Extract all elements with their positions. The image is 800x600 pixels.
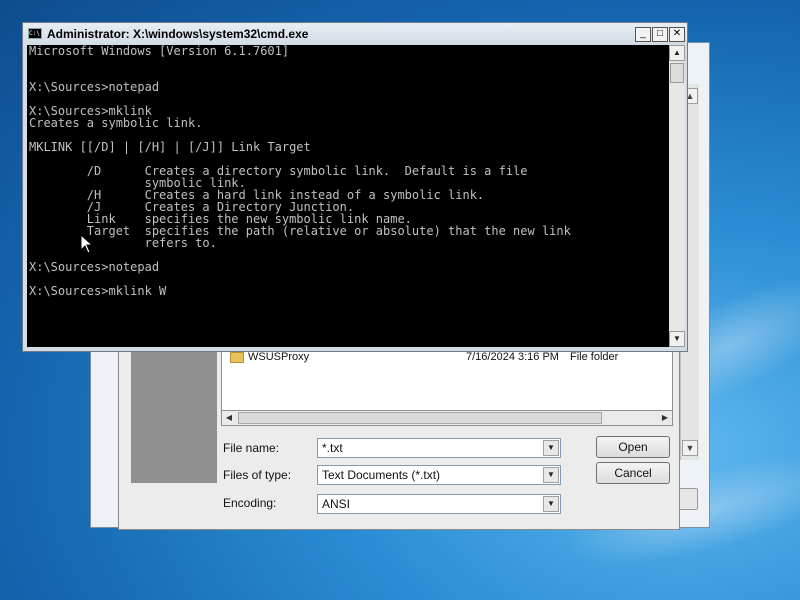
console-line: Microsoft Windows [Version 6.1.7601] — [29, 45, 290, 58]
file-name-combobox[interactable]: *.txt ▼ — [317, 438, 561, 458]
file-list-horizontal-scrollbar[interactable]: ◀ ▶ — [221, 410, 673, 426]
console-line: X:\Sources>mklink W — [29, 284, 167, 298]
console-line: Creates a symbolic link. — [29, 116, 203, 130]
files-of-type-label: Files of type: — [223, 468, 292, 482]
scrollbar-thumb[interactable] — [238, 412, 602, 424]
cmd-icon: C:\ — [28, 28, 42, 39]
minimize-button[interactable]: _ — [635, 27, 651, 42]
window-title: Administrator: X:\windows\system32\cmd.e… — [47, 27, 309, 41]
scroll-left-arrow-icon[interactable]: ◀ — [222, 411, 236, 425]
places-bar — [131, 331, 217, 483]
console-line: refers to. — [29, 236, 217, 250]
list-item[interactable]: WSUSProxy 7/16/2024 3:16 PM File folder — [230, 350, 660, 366]
file-name-value: *.txt — [322, 441, 343, 455]
folder-icon — [230, 352, 244, 363]
file-type-cell: File folder — [570, 351, 619, 363]
scroll-down-arrow-icon[interactable]: ▼ — [669, 331, 685, 347]
encoding-value: ANSI — [322, 497, 351, 511]
open-file-dialog: WSUSProxy 7/16/2024 3:16 PM File folder … — [118, 330, 680, 530]
mouse-cursor-icon — [80, 234, 94, 254]
chevron-down-icon[interactable]: ▼ — [543, 440, 559, 456]
console-line: X:\Sources>notepad — [29, 80, 160, 94]
close-button[interactable]: ✕ — [669, 27, 685, 42]
scrollbar-thumb[interactable] — [670, 63, 684, 83]
cmd-vertical-scrollbar[interactable]: ▲ ▼ — [669, 45, 685, 347]
chevron-down-icon[interactable]: ▼ — [543, 467, 559, 483]
scroll-right-arrow-icon[interactable]: ▶ — [658, 411, 672, 425]
console-line: X:\Sources>notepad — [29, 260, 160, 274]
file-name-cell: WSUSProxy — [248, 351, 310, 363]
title-bar[interactable]: C:\ Administrator: X:\windows\system32\c… — [23, 23, 687, 45]
file-name-label: File name: — [223, 441, 280, 455]
scroll-up-arrow-icon[interactable]: ▲ — [669, 45, 685, 61]
maximize-button[interactable]: □ — [652, 27, 668, 42]
encoding-select[interactable]: ANSI ▼ — [317, 494, 561, 514]
console-output[interactable]: Microsoft Windows [Version 6.1.7601] X:\S… — [27, 45, 669, 347]
file-date-cell: 7/16/2024 3:16 PM — [466, 351, 559, 363]
cmd-window: C:\ Administrator: X:\windows\system32\c… — [22, 22, 688, 352]
files-of-type-value: Text Documents (*.txt) — [322, 468, 441, 482]
open-button[interactable]: Open — [596, 436, 670, 458]
encoding-label: Encoding: — [223, 496, 277, 510]
scroll-down-arrow-icon[interactable]: ▼ — [682, 440, 698, 456]
cancel-button[interactable]: Cancel — [596, 462, 670, 484]
chevron-down-icon[interactable]: ▼ — [543, 496, 559, 512]
files-of-type-select[interactable]: Text Documents (*.txt) ▼ — [317, 465, 561, 485]
console-line: MKLINK [[/D] | [/H] | [/J]] Link Target — [29, 140, 311, 154]
